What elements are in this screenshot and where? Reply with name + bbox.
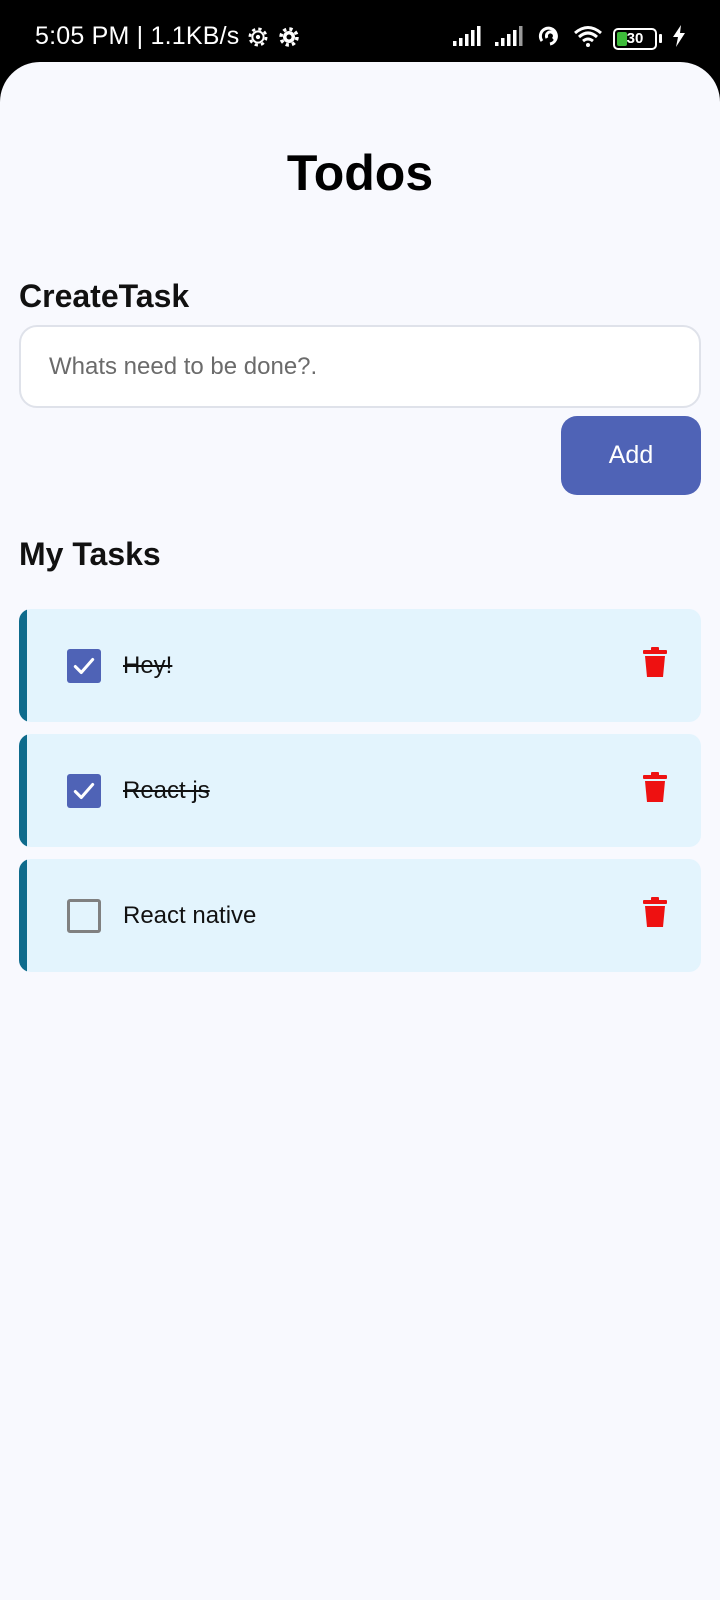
add-button[interactable]: Add bbox=[561, 416, 701, 495]
page-title: Todos bbox=[286, 145, 434, 201]
create-heading-rest: Task bbox=[118, 278, 190, 314]
my-heading-rest: Tasks bbox=[63, 536, 161, 572]
status-right: 30 bbox=[453, 24, 686, 53]
signal-strength-icon bbox=[453, 25, 485, 52]
task-list: Hey! React js React native bbox=[19, 609, 701, 984]
task-accent-bar bbox=[19, 609, 27, 722]
battery-level-fill bbox=[617, 31, 627, 46]
trash-icon[interactable] bbox=[643, 772, 667, 802]
task-item: React native bbox=[19, 859, 701, 972]
hotspot-link-icon bbox=[537, 24, 563, 53]
task-checkbox[interactable] bbox=[67, 774, 101, 808]
task-accent-bar bbox=[19, 734, 27, 847]
task-label: Hey! bbox=[123, 651, 173, 679]
task-checkbox[interactable] bbox=[67, 649, 101, 683]
task-item: Hey! bbox=[19, 609, 701, 722]
app-screen: Todos CreateTask Add My Tasks Hey! bbox=[0, 62, 720, 1600]
checkmark-icon bbox=[73, 657, 95, 675]
create-heading-bold: Create bbox=[19, 278, 119, 314]
create-task-heading: CreateTask bbox=[19, 278, 189, 315]
task-accent-bar bbox=[19, 859, 27, 972]
task-input[interactable] bbox=[19, 325, 701, 408]
checkmark-icon bbox=[73, 782, 95, 800]
status-time-speed: 5:05 PM | 1.1KB/s bbox=[35, 22, 240, 50]
battery-level: 30 bbox=[626, 30, 644, 47]
battery-cap bbox=[659, 34, 662, 43]
wifi-icon bbox=[573, 24, 603, 53]
task-label: React native bbox=[123, 901, 257, 929]
trash-icon[interactable] bbox=[643, 897, 667, 927]
trash-icon[interactable] bbox=[643, 647, 667, 677]
my-tasks-heading: My Tasks bbox=[19, 536, 161, 573]
signal-strength-2-icon bbox=[495, 25, 527, 52]
task-checkbox[interactable] bbox=[67, 899, 101, 933]
my-heading-bold: My bbox=[19, 536, 64, 572]
settings-gear-icon bbox=[277, 25, 301, 49]
charging-bolt-icon bbox=[672, 25, 686, 52]
battery-icon: 30 bbox=[613, 27, 657, 50]
task-label: React js bbox=[123, 776, 210, 804]
status-left: 5:05 PM | 1.1KB/s bbox=[35, 22, 301, 51]
debug-gear-icon bbox=[245, 24, 271, 50]
task-item: React js bbox=[19, 734, 701, 847]
